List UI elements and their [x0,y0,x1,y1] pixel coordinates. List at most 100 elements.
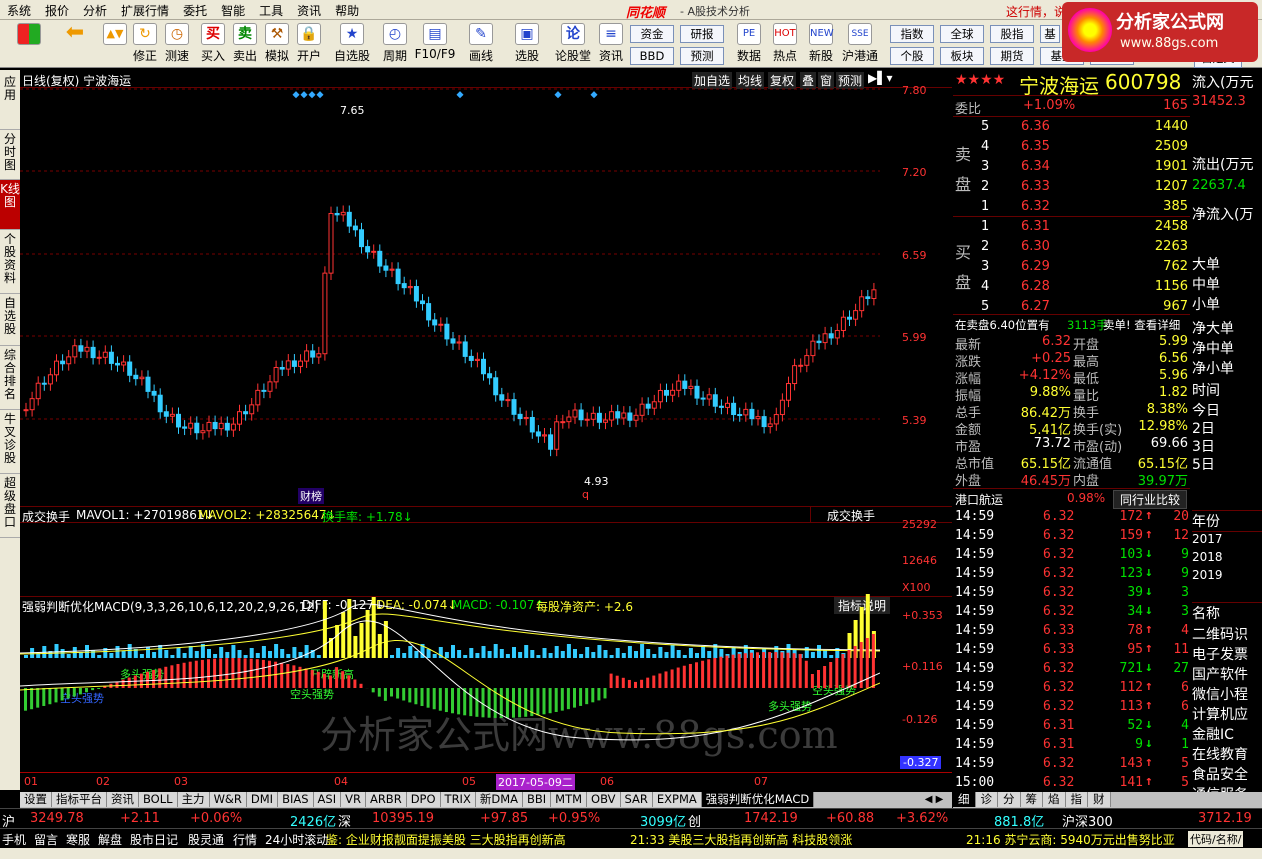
chart-area[interactable]: 日线(复权) 宁波海运 加自选 均线 复权 叠 窗 预测 ▶▌▾ 7.80 7.… [20,70,952,790]
indicator-tab[interactable]: BIAS [278,792,314,807]
detail-tab[interactable]: 细 [953,792,976,807]
ipo-button[interactable]: NEW 新股 [806,23,836,64]
status-shortcut[interactable]: 股市日记 [130,831,178,848]
menu-analysis[interactable]: 分析 [76,0,114,21]
adjust-btn[interactable]: 复权 [768,72,797,89]
hotspot-button[interactable]: HOT 热点 [770,23,800,64]
detail-tab[interactable]: 分 [998,792,1021,807]
ask-row[interactable]: 3 6.34 1901 [979,158,1190,178]
trade-list[interactable]: 14:59 6.32 172 ↑ 20 14:59 6.32 159 ↑ 12 14:59 6.32 1… [953,508,1190,790]
indicator-tab[interactable]: SAR [620,792,653,807]
concept-item[interactable]: 在线教育 [1192,744,1248,764]
concept-item[interactable]: 国产软件 [1192,664,1248,684]
f10-button[interactable]: ▤ F10/F9 [414,23,456,61]
indicator-tab[interactable]: VR [341,792,366,807]
bid-row[interactable]: 2 6.30 2263 [979,238,1190,258]
up-down-button[interactable]: ▲▼ [100,23,130,47]
sector-compare-btn[interactable]: 同行业比较 [1113,490,1188,509]
indicator-tab[interactable]: W&R [209,792,247,807]
sell-button[interactable]: 卖卖出 [230,23,260,64]
news-button[interactable]: ≡ 资讯 [596,23,626,64]
indicator-tab[interactable]: 新DMA [475,792,523,807]
window-btn[interactable]: 窗 [818,72,835,89]
open-account-button[interactable]: 🔒 开户 [294,23,324,64]
bid-row[interactable]: 1 6.31 2458 [979,218,1190,238]
menu-smart[interactable]: 智能 [214,0,252,21]
status-shortcut[interactable]: 24小时滚动 [265,831,328,848]
detail-tab[interactable]: 指 [1065,792,1088,807]
hk-connect-button[interactable]: SSE 沪港通 [840,23,880,64]
tab-watchlist[interactable]: 自选股 [0,294,20,346]
news-ticker[interactable]: 这行情，说 [1006,3,1066,20]
indicator-tab[interactable]: ASI [313,792,342,807]
global-button[interactable]: 全球 [940,25,984,43]
menu-quote[interactable]: 报价 [38,0,76,21]
concept-item[interactable]: 二维码识 [1192,624,1248,644]
indicator-tab[interactable]: 主力 [177,792,210,807]
concept-item[interactable]: 电子发票 [1192,644,1248,664]
menu-system[interactable]: 系统 [0,0,38,21]
detail-tab[interactable]: 筹 [1020,792,1043,807]
stock-pick-button[interactable]: ▣ 选股 [512,23,542,64]
news-scroll[interactable]: 21:16 苏宁云商: 5940万元出售努比亚 [966,831,1175,848]
futures-index-button[interactable]: 股指 [990,25,1034,43]
bid-row[interactable]: 4 6.28 1156 [979,278,1190,298]
overlay-btn[interactable]: 叠 [800,72,817,89]
detail-tab[interactable]: 焰 [1043,792,1066,807]
indicator-tab[interactable]: 强弱判断优化MACD [701,792,815,807]
fund-button[interactable]: 基 [1040,25,1060,43]
status-shortcut[interactable]: 手机 [2,831,26,848]
indicator-tab[interactable]: BOLL [139,792,178,807]
sector-button[interactable]: 板块 [940,47,984,65]
futures-button[interactable]: 期货 [990,47,1034,65]
ask-row[interactable]: 4 6.35 2509 [979,138,1190,158]
indicator-tab[interactable]: EXPMA [652,792,702,807]
tab-app[interactable]: 应用 [0,70,20,130]
tab-ranking[interactable]: 综合排名 [0,346,20,410]
status-shortcut[interactable]: 留言 [34,831,58,848]
data-button[interactable]: PE 数据 [734,23,764,64]
indicator-tab[interactable]: 指标平台 [52,792,107,807]
status-shortcut[interactable]: 股灵通 [188,831,224,848]
menu-news[interactable]: 资讯 [290,0,328,21]
forecast-button[interactable]: 预测 [680,47,724,65]
menu-help[interactable]: 帮助 [328,0,366,21]
indicator-tab[interactable]: 资讯 [107,792,139,807]
concept-item[interactable]: 食品安全 [1192,764,1248,784]
indicator-tab[interactable]: MTM [551,792,588,807]
ask-row[interactable]: 2 6.33 1207 [979,178,1190,198]
ma-btn[interactable]: 均线 [736,72,765,89]
indicator-tab[interactable]: ARBR [365,792,407,807]
fix-button[interactable]: ↻ 修正 [130,23,160,64]
layout-button[interactable] [14,23,44,47]
tab-intraday[interactable]: 分时图 [0,130,20,180]
detail-tab[interactable]: 诊 [975,792,998,807]
menu-tools[interactable]: 工具 [252,0,290,21]
code-search-input[interactable]: 代码/名称/ [1188,831,1244,847]
menu-extended[interactable]: 扩展行情 [114,0,176,21]
add-watch-btn[interactable]: 加自选 [692,72,733,89]
concept-item[interactable]: 计算机应 [1192,704,1248,724]
predict-btn[interactable]: 预测 [836,72,865,89]
indicator-tab[interactable]: DPO [406,792,441,807]
index-button[interactable]: 指数 [890,25,934,43]
tab-scroll-icon[interactable]: ◀ ▶ [916,792,952,808]
menu-trade[interactable]: 委托 [176,0,214,21]
news-scroll[interactable]: 21:33 美股三大股指再创新高 科技股领涨 [630,831,852,848]
indicator-tab[interactable]: DMI [246,792,279,807]
status-shortcut[interactable]: 解盘 [98,831,122,848]
buy-button[interactable]: 买买入 [198,23,228,64]
bid-row[interactable]: 3 6.29 762 [979,258,1190,278]
detail-tab[interactable]: 财 [1088,792,1111,807]
tab-super-order[interactable]: 超级盘口 [0,474,20,538]
indicator-tab[interactable]: OBV [587,792,621,807]
forum-button[interactable]: 论论股堂 [554,23,592,64]
bbd-button[interactable]: BBD [630,47,674,65]
stock-button[interactable]: 个股 [890,47,934,65]
watchlist-button[interactable]: ★ 自选股 [332,23,372,64]
speedtest-button[interactable]: ◷ 测速 [162,23,192,64]
status-shortcut[interactable]: 行情 [233,831,257,848]
draw-button[interactable]: ✎ 画线 [466,23,496,64]
expand-icon[interactable]: ▶▌▾ [868,71,892,85]
indicator-tab[interactable]: BBI [523,792,552,807]
